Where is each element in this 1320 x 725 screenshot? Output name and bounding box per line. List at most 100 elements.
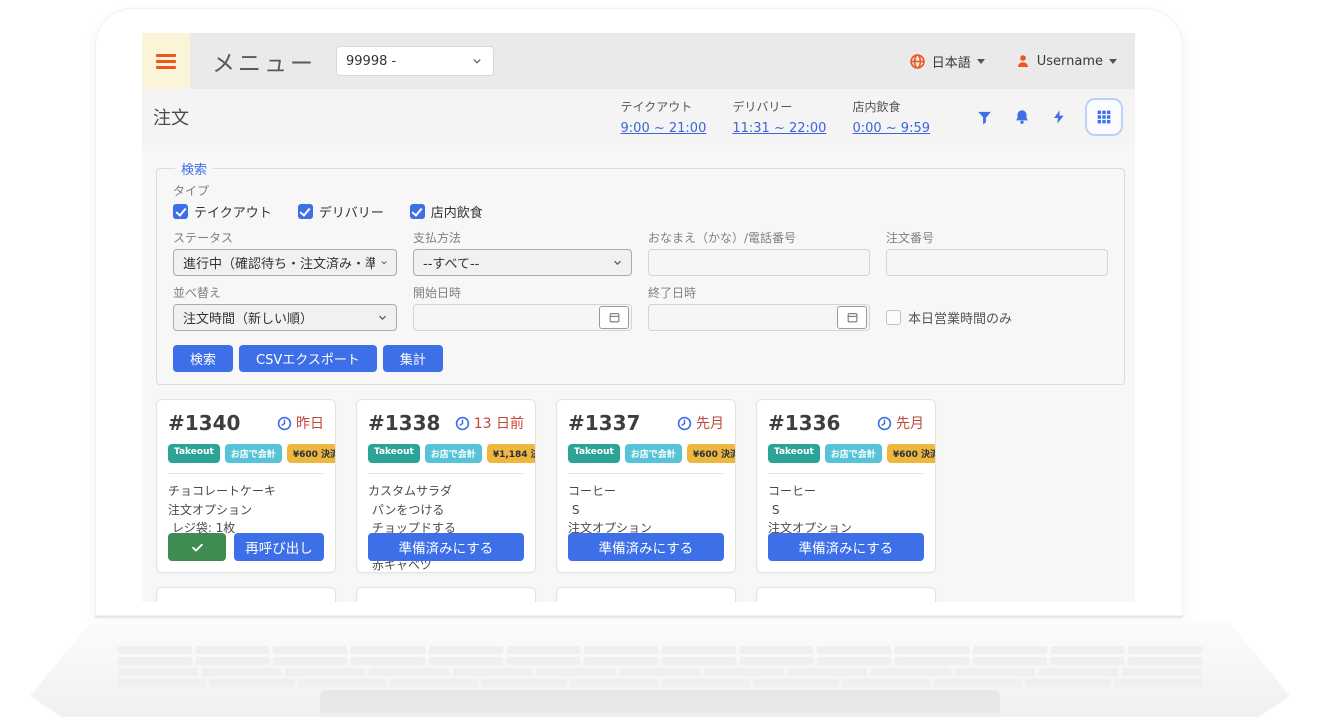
- filter-icon[interactable]: [976, 109, 993, 126]
- payment-method-select[interactable]: --すべて--: [413, 249, 632, 276]
- order-item-line: コーヒー: [568, 482, 724, 501]
- order-cards-row-2: #1335 先月 #1334 #1333: [156, 587, 1135, 602]
- caret-down-icon: [1109, 59, 1117, 64]
- store-select[interactable]: 99998 -: [336, 46, 494, 76]
- order-card-1340[interactable]: #1340 昨日 Takeout お店で会計 ¥600 決済未完了 チョコレート…: [156, 399, 336, 573]
- grid-view-button[interactable]: [1085, 98, 1123, 136]
- hours-dinein-label: 店内飲食: [852, 98, 930, 115]
- clock-icon: [455, 416, 470, 431]
- order-card-1338[interactable]: #1338 13 日前 Takeout お店で会計 ¥1,184 決済未完了 カ…: [356, 399, 536, 573]
- caret-down-icon: [977, 59, 985, 64]
- divider: [368, 473, 524, 474]
- payment-method-label: 支払方法: [413, 229, 632, 246]
- badge-payment-status: ¥600 決済未完了: [287, 444, 336, 463]
- status-select[interactable]: 進行中（確認待ち・注文済み・準備済み）: [173, 249, 397, 276]
- order-time-ago: 先月: [677, 413, 724, 433]
- today-only-checkbox[interactable]: 本日営業時間のみ: [886, 276, 1108, 331]
- divider: [568, 473, 724, 474]
- orders-page-title: 注文: [153, 104, 189, 130]
- calendar-picker-button[interactable]: [599, 306, 629, 329]
- order-card-1333[interactable]: #1333: [556, 587, 736, 602]
- order-item-line: パンをつける: [368, 501, 524, 520]
- badge-payment-status: ¥1,184 決済未完了: [487, 444, 536, 463]
- checkbox-delivery[interactable]: デリバリー: [298, 202, 384, 221]
- order-card-1332[interactable]: #1332: [756, 587, 936, 602]
- csv-export-button[interactable]: CSVエクスポート: [239, 345, 377, 372]
- badge-payment-status: ¥600 決済未完了: [687, 444, 736, 463]
- hours-takeout-time-link[interactable]: 9:00 ~ 21:00: [621, 121, 707, 136]
- keyboard: [118, 646, 1202, 690]
- user-icon: [1015, 53, 1031, 69]
- sub-header: 注文 テイクアウト 9:00 ~ 21:00 デリバリー 11:31 ~ 22:…: [142, 89, 1135, 145]
- laptop-base: [30, 620, 1290, 717]
- order-card-1334[interactable]: #1334: [356, 587, 536, 602]
- hours-dinein: 店内飲食 0:00 ~ 9:59: [852, 98, 930, 136]
- customer-name-label: おなまえ（かな）/電話番号: [648, 229, 870, 246]
- checkbox-checked-icon: [173, 204, 188, 219]
- hours-delivery-time-link[interactable]: 11:31 ~ 22:00: [732, 121, 826, 136]
- order-cards-row-1: #1340 昨日 Takeout お店で会計 ¥600 決済未完了 チョコレート…: [156, 399, 1135, 573]
- calendar-icon: [846, 311, 859, 324]
- order-card-1336[interactable]: #1336 先月 Takeout お店で会計 ¥600 決済未完了 コーヒー: [756, 399, 936, 573]
- order-number-input[interactable]: [886, 249, 1108, 276]
- type-label: タイプ: [173, 182, 1108, 199]
- order-number: #1335: [168, 599, 240, 602]
- order-card-1337[interactable]: #1337 先月 Takeout お店で会計 ¥600 決済未完了 コーヒー: [556, 399, 736, 573]
- recall-button[interactable]: 再呼び出し: [234, 533, 324, 561]
- confirm-check-button[interactable]: [168, 533, 226, 561]
- order-card-1335[interactable]: #1335 先月: [156, 587, 336, 602]
- badge-takeout: Takeout: [568, 444, 620, 463]
- calendar-picker-button[interactable]: [837, 306, 867, 329]
- checkbox-unchecked-icon: [886, 310, 901, 325]
- order-time-ago: 13 日前: [455, 413, 524, 433]
- order-item-line: チョコレートケーキ: [168, 482, 324, 501]
- search-button[interactable]: 検索: [173, 345, 233, 372]
- hamburger-menu-icon[interactable]: [142, 33, 190, 89]
- order-item-line: カスタムサラダ: [368, 482, 524, 501]
- order-item-line: S: [768, 501, 924, 520]
- order-item-line: 注文オプション: [168, 501, 324, 520]
- app-window: メニュー 99998 - 日本語: [142, 33, 1135, 602]
- laptop-screen: メニュー 99998 - 日本語: [95, 8, 1183, 618]
- today-only-label: 本日営業時間のみ: [908, 308, 1012, 327]
- chevron-down-icon: [379, 256, 389, 269]
- clock-icon: [277, 416, 292, 431]
- laptop-mockup: メニュー 99998 - 日本語: [0, 0, 1320, 725]
- sort-label: 並べ替え: [173, 284, 397, 301]
- payment-select-value: --すべて--: [423, 253, 479, 272]
- search-panel: 検索 タイプ テイクアウト デリバリー 店内飲食: [156, 159, 1125, 385]
- notifications-bell-icon[interactable]: [1013, 108, 1031, 126]
- hours-delivery: デリバリー 11:31 ~ 22:00: [732, 98, 826, 136]
- status-select-value: 進行中（確認待ち・注文済み・準備済み）: [183, 253, 375, 272]
- check-icon: [190, 540, 205, 555]
- checkbox-checked-icon: [410, 204, 425, 219]
- order-time-ago: 昨日: [277, 413, 324, 433]
- badge-pay-at-store: お店で会計: [425, 444, 482, 463]
- divider: [168, 473, 324, 474]
- checkbox-dinein[interactable]: 店内飲食: [410, 202, 483, 221]
- mark-ready-button[interactable]: 準備済みにする: [568, 533, 724, 561]
- aggregate-button[interactable]: 集計: [383, 345, 443, 372]
- hours-takeout: テイクアウト 9:00 ~ 21:00: [621, 98, 707, 136]
- order-number: #1332: [768, 599, 840, 602]
- language-dropdown[interactable]: 日本語: [909, 52, 985, 71]
- chevron-down-icon: [376, 311, 389, 324]
- customer-name-input[interactable]: [648, 249, 870, 276]
- mark-ready-button[interactable]: 準備済みにする: [768, 533, 924, 561]
- user-dropdown[interactable]: Username: [1015, 53, 1117, 69]
- checkbox-dinein-label: 店内飲食: [431, 202, 483, 221]
- order-items: チョコレートケーキ 注文オプション レジ袋: 1枚: [168, 482, 324, 538]
- language-label: 日本語: [932, 52, 971, 71]
- sort-select[interactable]: 注文時間（新しい順）: [173, 304, 397, 331]
- badge-pay-at-store: お店で会計: [825, 444, 882, 463]
- end-datetime-label: 終了日時: [648, 284, 870, 301]
- checkbox-checked-icon: [298, 204, 313, 219]
- checkbox-takeout[interactable]: テイクアウト: [173, 202, 272, 221]
- hours-dinein-time-link[interactable]: 0:00 ~ 9:59: [852, 121, 930, 136]
- lightning-bolt-icon[interactable]: [1051, 108, 1067, 126]
- username-label: Username: [1037, 54, 1103, 69]
- clock-icon: [877, 416, 892, 431]
- divider: [768, 473, 924, 474]
- mark-ready-button[interactable]: 準備済みにする: [368, 533, 524, 561]
- order-item-line: S: [568, 501, 724, 520]
